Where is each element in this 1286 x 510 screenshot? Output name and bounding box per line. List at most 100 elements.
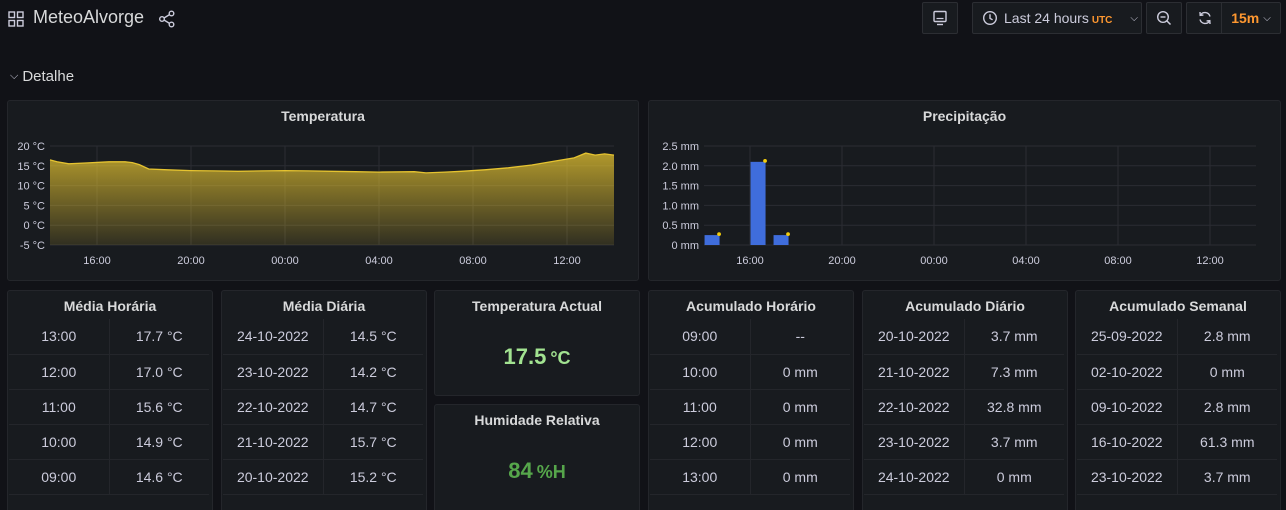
- data-table: 13:00 17.7 °C 12:00 17.0 °C 11:00 15.6 °C 10:0…: [9, 319, 209, 495]
- table-row: 24-10-2022 14.5 °C: [223, 319, 423, 355]
- panel-title[interactable]: Temperatura Actual: [435, 298, 639, 314]
- table-row: 10:00 0 mm: [650, 354, 850, 390]
- table-cell-value: --: [750, 319, 850, 355]
- table-row: 21-10-2022 15.7 °C: [223, 424, 423, 460]
- chevron-down-icon: ⌵: [1130, 12, 1138, 24]
- monitor-icon: [933, 10, 947, 26]
- table-row: 23-10-2022 14.2 °C: [223, 354, 423, 390]
- stat-number: 84: [508, 458, 533, 483]
- table-row: 24-10-2022 0 mm: [864, 459, 1064, 495]
- table-cell-value: 3.7 mm: [964, 319, 1064, 355]
- table-cell-value: 7.3 mm: [964, 354, 1064, 390]
- table-cell-value: 14.9 °C: [109, 424, 209, 460]
- table-cell-key: 23-10-2022: [864, 424, 965, 460]
- table-cell-key: 09:00: [650, 319, 751, 355]
- table-row: 12:00 0 mm: [650, 424, 850, 460]
- table-cell-key: 02-10-2022: [1077, 354, 1178, 390]
- table-cell-key: 16-10-2022: [1077, 424, 1178, 460]
- table-cell-key: 12:00: [9, 354, 110, 390]
- refresh-interval-picker[interactable]: 15m ⌵: [1221, 2, 1281, 34]
- table-cell-value: 14.7 °C: [323, 389, 423, 425]
- table-row: 20-10-2022 15.2 °C: [223, 459, 423, 495]
- table-cell-key: 24-10-2022: [864, 459, 965, 495]
- table-cell-key: 10:00: [650, 354, 751, 390]
- table-cell-value: 14.6 °C: [109, 459, 209, 495]
- table-cell-value: 14.5 °C: [323, 319, 423, 355]
- table-row: 09:00 14.6 °C: [9, 459, 209, 495]
- table-row: 11:00 0 mm: [650, 389, 850, 425]
- x-tick-label: 12:00: [1196, 255, 1224, 267]
- stat-value: 84 %H: [435, 458, 639, 484]
- refresh-icon: [1198, 11, 1211, 25]
- y-tick-label: -5 °C: [20, 240, 45, 252]
- share-icon[interactable]: [158, 10, 176, 28]
- table-cell-key: 11:00: [9, 389, 110, 425]
- table-cell-value: 0 mm: [1177, 354, 1277, 390]
- temperature-chart[interactable]: 20 °C 15 °C 10 °C 5 °C 0 °C -5 °C 16:00 20:00 00…: [8, 101, 639, 281]
- x-tick-label: 04:00: [1012, 255, 1040, 267]
- x-tick-label: 16:00: [736, 255, 764, 267]
- stat-unit: %H: [536, 462, 566, 482]
- table-cell-value: 15.7 °C: [323, 424, 423, 460]
- table-row: 23-10-2022 3.7 mm: [864, 424, 1064, 460]
- temperature-area: [50, 153, 614, 245]
- precipitation-point: [717, 232, 721, 237]
- table-cell-value: 15.2 °C: [323, 459, 423, 495]
- table-row: 23-10-2022 3.7 mm: [1077, 459, 1277, 495]
- panel-title[interactable]: Média Horária: [8, 298, 212, 314]
- data-table: 25-09-2022 2.8 mm 02-10-2022 0 mm 09-10-2022…: [1077, 319, 1277, 495]
- temperatura-actual-panel: Temperatura Actual 17.5 °C: [434, 290, 640, 396]
- table-row: 13:00 17.7 °C: [9, 319, 209, 355]
- table-row: 25-09-2022 2.8 mm: [1077, 319, 1277, 355]
- time-range-picker[interactable]: Last 24 hours UTC ⌵: [972, 2, 1142, 34]
- table-cell-key: 13:00: [650, 459, 751, 495]
- table-row: 20-10-2022 3.7 mm: [864, 319, 1064, 355]
- stat-number: 17.5: [503, 344, 547, 369]
- stat-unit: °C: [550, 348, 571, 368]
- panel-title[interactable]: Acumulado Diário: [863, 298, 1067, 314]
- x-tick-label: 20:00: [828, 255, 856, 267]
- dashboard-title[interactable]: MeteoAlvorge: [33, 7, 144, 28]
- y-tick-label: 0 mm: [672, 240, 700, 252]
- table-row: 16-10-2022 61.3 mm: [1077, 424, 1277, 460]
- panel-title[interactable]: Acumulado Semanal: [1076, 298, 1280, 314]
- panel-title[interactable]: Acumulado Horário: [649, 298, 853, 314]
- precipitation-point: [786, 232, 790, 237]
- table-row: 10:00 14.9 °C: [9, 424, 209, 460]
- zoom-out-icon: [1156, 10, 1172, 26]
- precipitation-bar: [750, 161, 766, 245]
- tv-mode-button[interactable]: [922, 2, 958, 34]
- table-row: 22-10-2022 14.7 °C: [223, 389, 423, 425]
- acumulado-diario-panel: Acumulado Diário 20-10-2022 3.7 mm 21-10-2…: [862, 290, 1068, 510]
- humidade-relativa-panel: Humidade Relativa 84 %H: [434, 404, 640, 510]
- table-row: 09:00 --: [650, 319, 850, 355]
- table-row: 02-10-2022 0 mm: [1077, 354, 1277, 390]
- y-tick-label: 2.0 mm: [662, 161, 699, 173]
- row-header-detalhe[interactable]: ⌵ Detalhe: [10, 68, 74, 85]
- zoom-out-button[interactable]: [1146, 2, 1182, 34]
- media-horaria-panel: Média Horária 13:00 17.7 °C 12:00 17.0 °C 11…: [7, 290, 213, 510]
- table-cell-key: 12:00: [650, 424, 751, 460]
- apps-grid-icon[interactable]: [8, 11, 24, 27]
- table-cell-key: 20-10-2022: [864, 319, 965, 355]
- table-row: 12:00 17.0 °C: [9, 354, 209, 390]
- table-row: 22-10-2022 32.8 mm: [864, 389, 1064, 425]
- y-tick-label: 1.5 mm: [662, 181, 699, 193]
- table-cell-value: 2.8 mm: [1177, 319, 1277, 355]
- x-tick-label: 00:00: [271, 255, 299, 267]
- y-tick-label: 0.5 mm: [662, 220, 699, 232]
- table-cell-value: 15.6 °C: [109, 389, 209, 425]
- panel-title[interactable]: Humidade Relativa: [435, 412, 639, 428]
- table-cell-value: 17.0 °C: [109, 354, 209, 390]
- panel-title[interactable]: Média Diária: [222, 298, 426, 314]
- table-cell-key: 21-10-2022: [864, 354, 965, 390]
- table-cell-value: 3.7 mm: [964, 424, 1064, 460]
- data-table: 20-10-2022 3.7 mm 21-10-2022 7.3 mm 22-10-20…: [864, 319, 1064, 495]
- precipitation-bar: [704, 235, 720, 245]
- chevron-down-icon: ⌵: [1263, 12, 1271, 24]
- precipitation-bar: [773, 235, 789, 245]
- precipitation-chart[interactable]: 2.5 mm 2.0 mm 1.5 mm 1.0 mm 0.5 mm 0 mm 16:00 2…: [649, 101, 1281, 281]
- table-cell-key: 11:00: [650, 389, 751, 425]
- refresh-button[interactable]: [1186, 2, 1222, 34]
- table-cell-key: 24-10-2022: [223, 319, 324, 355]
